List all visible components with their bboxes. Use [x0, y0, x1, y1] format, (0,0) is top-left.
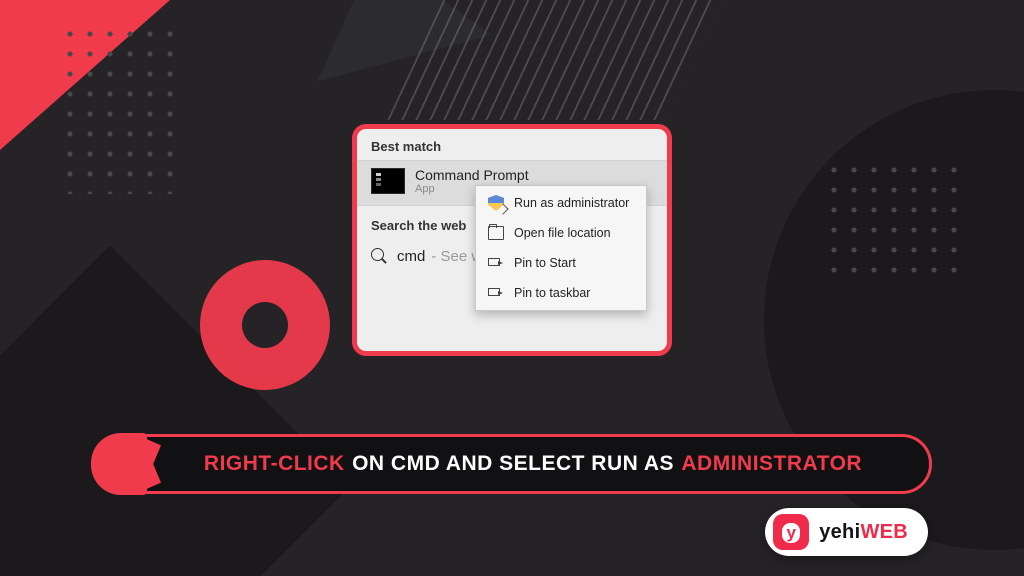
- ctx-run-as-administrator[interactable]: Run as administrator: [476, 188, 646, 218]
- windows-search-panel: Best match Command Prompt App Search the…: [352, 124, 672, 356]
- ctx-pin-to-taskbar[interactable]: Pin to taskbar: [476, 278, 646, 308]
- banner-text: ON CMD AND SELECT RUN AS: [352, 452, 674, 476]
- context-menu: Run as administrator Open file location …: [475, 185, 647, 311]
- shield-icon: [488, 195, 504, 211]
- ctx-item-label: Pin to Start: [514, 256, 576, 270]
- result-title: Command Prompt: [415, 167, 529, 183]
- ctx-item-label: Run as administrator: [514, 196, 629, 210]
- yehiweb-logo-text: yehiWEB: [819, 521, 908, 544]
- ctx-pin-to-start[interactable]: Pin to Start: [476, 248, 646, 278]
- command-prompt-icon: [371, 168, 405, 194]
- bg-dots: [824, 160, 964, 280]
- best-match-label: Best match: [357, 129, 667, 160]
- ctx-item-label: Open file location: [514, 226, 611, 240]
- yehiweb-badge: y yehiWEB: [765, 508, 928, 556]
- instruction-banner: RIGHT-CLICK ON CMD AND SELECT RUN AS ADM…: [92, 434, 932, 494]
- search-icon: [371, 248, 387, 264]
- folder-icon: [488, 225, 504, 241]
- banner-highlight-2: ADMINISTRATOR: [681, 452, 862, 476]
- search-query: cmd: [397, 248, 425, 265]
- bg-dots: [60, 24, 180, 194]
- banner-accent: [91, 433, 147, 495]
- banner-highlight-1: RIGHT-CLICK: [204, 452, 345, 476]
- pin-icon: [488, 285, 504, 301]
- yehiweb-logo-icon: y: [773, 514, 809, 550]
- bg-shape: [387, 0, 732, 120]
- pin-icon: [488, 255, 504, 271]
- ctx-open-file-location[interactable]: Open file location: [476, 218, 646, 248]
- bg-shape: [200, 260, 330, 390]
- ctx-item-label: Pin to taskbar: [514, 286, 590, 300]
